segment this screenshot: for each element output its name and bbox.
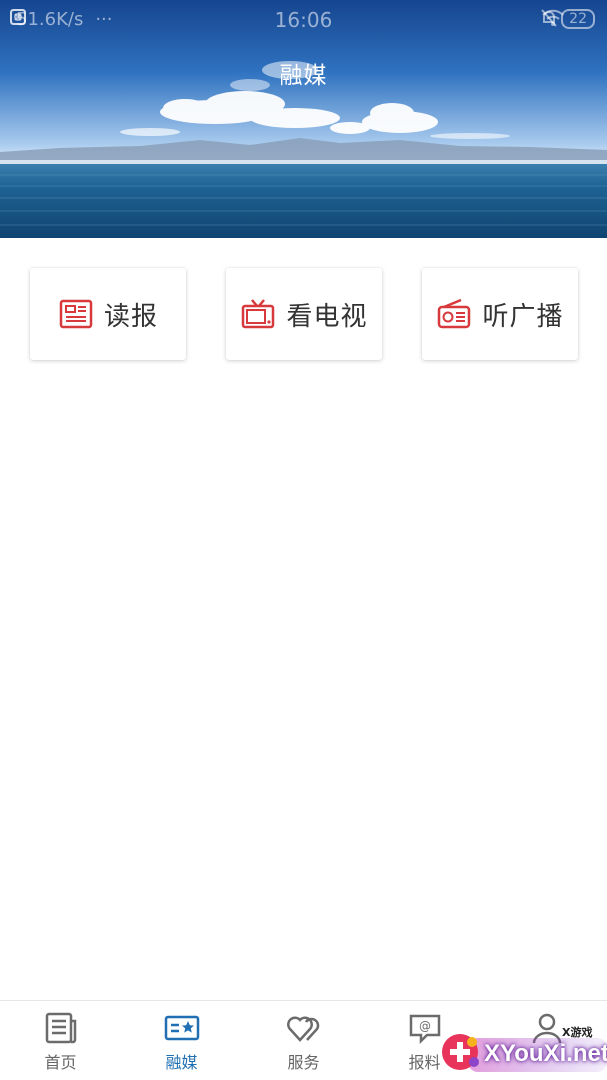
header-banner: 51.6K/s ··· 16:06 22 融媒 — [0, 0, 607, 238]
watch-tv-card[interactable]: 看电视 — [226, 268, 382, 360]
status-right: 22 — [541, 9, 595, 29]
read-newspaper-card[interactable]: 读报 — [30, 268, 186, 360]
tab-label: 服务 — [287, 1053, 320, 1072]
media-star-icon — [164, 1011, 200, 1045]
app-screen: 51.6K/s ··· 16:06 22 融媒 读报 看电视 听广播 首页 融媒… — [0, 0, 607, 1080]
tv-icon — [240, 297, 276, 331]
battery-indicator: 22 — [561, 9, 595, 29]
tab-media[interactable]: 融媒 — [121, 1011, 242, 1077]
radio-icon — [436, 297, 472, 331]
status-bar: 51.6K/s ··· 16:06 22 — [0, 0, 607, 40]
card-label: 读报 — [103, 301, 158, 332]
tab-home[interactable]: 首页 — [0, 1011, 121, 1077]
watermark: X游戏 XYouXi.net — [438, 1020, 607, 1080]
battery-level: 22 — [569, 11, 587, 27]
watermark-small-text: X游戏 — [562, 1026, 593, 1039]
heart-icon — [286, 1011, 322, 1045]
card-label: 看电视 — [286, 301, 368, 332]
status-time: 16:06 — [274, 8, 333, 32]
tab-service[interactable]: 服务 — [243, 1011, 364, 1077]
page-title: 融媒 — [279, 63, 328, 89]
watermark-text: XYouXi.net — [484, 1040, 607, 1067]
tab-label: 首页 — [44, 1053, 77, 1072]
newspaper-icon — [58, 297, 94, 331]
listen-radio-card[interactable]: 听广播 — [422, 268, 578, 360]
media-card-row: 读报 看电视 听广播 — [0, 268, 607, 362]
tab-label: 融媒 — [165, 1053, 198, 1072]
card-label: 听广播 — [482, 301, 564, 332]
svg-text:@: @ — [419, 1019, 431, 1033]
news-icon — [43, 1011, 79, 1045]
